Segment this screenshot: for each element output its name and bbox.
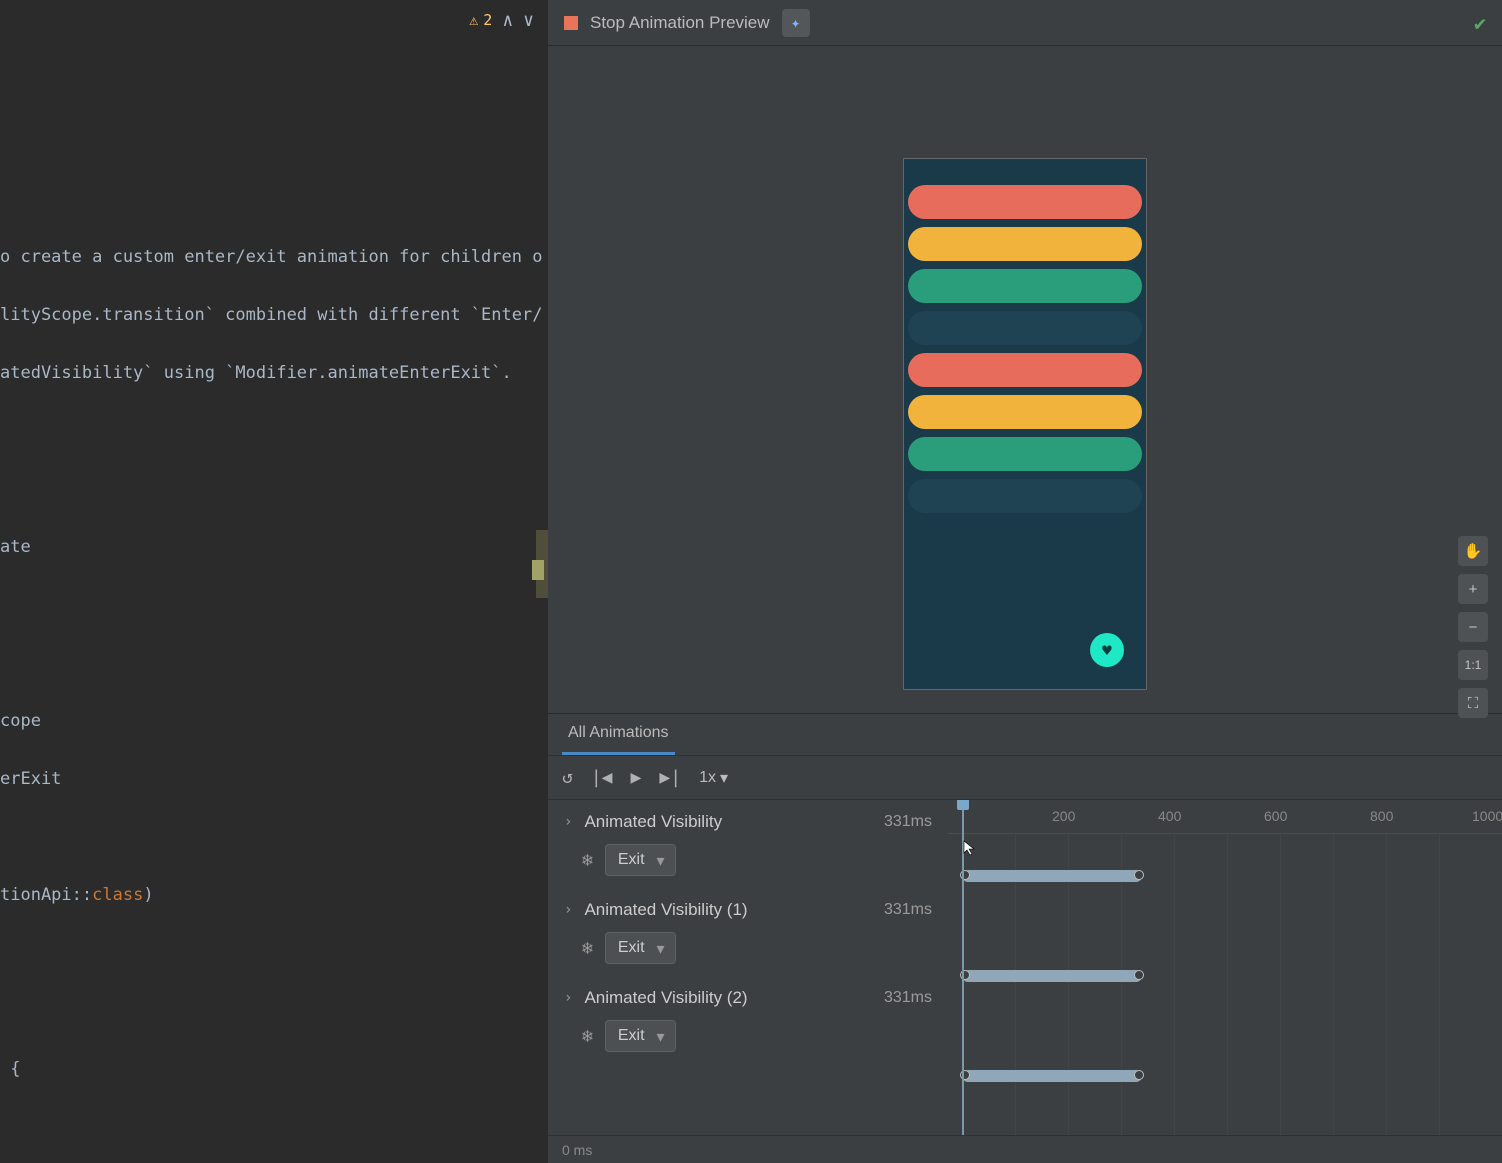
time-ruler[interactable]: 200 400 600 800 1000 (948, 800, 1502, 834)
warning-count: 2 (483, 11, 492, 29)
minus-icon: − (1469, 619, 1478, 636)
code-editor[interactable]: ⚠ 2 ∧ ∨ o create a custom enter/exit ani… (0, 0, 548, 1163)
build-success-icon: ✔ (1474, 11, 1486, 35)
ruler-tick: 600 (1264, 808, 1287, 824)
interactive-mode-button[interactable]: ✦ (782, 9, 810, 37)
track-duration: 331ms (884, 901, 932, 919)
warning-icon: ⚠ (469, 11, 478, 29)
timeline-tabs: All Animations (548, 714, 1502, 756)
track-name: Animated Visibility (584, 812, 872, 832)
chevron-down-icon: ▾ (720, 768, 728, 788)
fit-icon: ⛶ (1468, 695, 1479, 712)
restart-button[interactable]: ↺ (562, 767, 573, 788)
warnings-badge[interactable]: ⚠ 2 (469, 11, 492, 29)
list-item (908, 311, 1142, 345)
animation-inspector: All Animations ↺ |◀ ▶ ▶| 1x ▾ › Animated… (548, 713, 1502, 1163)
zoom-actual-button[interactable]: 1:1 (1458, 650, 1488, 680)
preview-toolbar: Stop Animation Preview ✦ ✔ (548, 0, 1502, 46)
track-name: Animated Visibility (2) (584, 988, 872, 1008)
playhead-time: 0 ms (562, 1142, 592, 1158)
code-body[interactable]: o create a custom enter/exit animation f… (0, 40, 548, 1163)
ruler-tick: 200 (1052, 808, 1075, 824)
list-item (908, 437, 1142, 471)
one-to-one-icon: 1:1 (1465, 658, 1482, 672)
stop-animation-button[interactable]: Stop Animation Preview (590, 13, 770, 33)
list-item (908, 227, 1142, 261)
timeline-ruler-area[interactable]: 200 400 600 800 1000 (948, 800, 1502, 1135)
tab-all-animations[interactable]: All Animations (562, 714, 675, 755)
play-button[interactable]: ▶ (631, 767, 642, 788)
canvas-controls: ✋ + − 1:1 ⛶ (1458, 536, 1488, 718)
track-row: › Animated Visibility (2) 331ms ❄ Exit (548, 976, 948, 1064)
editor-inspections-bar: ⚠ 2 ∧ ∨ (0, 0, 548, 40)
freeze-icon[interactable]: ❄ (582, 850, 593, 871)
zoom-out-button[interactable]: − (1458, 612, 1488, 642)
track-row: › Animated Visibility (1) 331ms ❄ Exit (548, 888, 948, 976)
list-item (908, 479, 1142, 513)
timeline-footer: 0 ms (548, 1135, 1502, 1163)
ruler-tick: 800 (1370, 808, 1393, 824)
list-item (908, 269, 1142, 303)
track-row: › Animated Visibility 331ms ❄ Exit (548, 800, 948, 888)
stop-icon[interactable] (564, 16, 578, 30)
track-name: Animated Visibility (1) (584, 900, 872, 920)
next-highlight-icon[interactable]: ∨ (523, 10, 534, 31)
expand-track-button[interactable]: › (564, 902, 572, 918)
animation-bar[interactable] (962, 1070, 1142, 1082)
prev-highlight-icon[interactable]: ∧ (502, 10, 513, 31)
track-duration: 331ms (884, 989, 932, 1007)
preview-canvas[interactable]: AnimatedVisibility ♥ ✋ + − 1:1 ⛶ (548, 46, 1502, 713)
freeze-icon[interactable]: ❄ (582, 1026, 593, 1047)
preview-pane: Stop Animation Preview ✦ ✔ AnimatedVisib… (548, 0, 1502, 1163)
animation-bar[interactable] (962, 870, 1142, 882)
track-duration: 331ms (884, 813, 932, 831)
state-dropdown[interactable]: Exit (605, 844, 676, 876)
speed-value: 1x (699, 769, 716, 787)
list-item (908, 185, 1142, 219)
expand-track-button[interactable]: › (564, 814, 572, 830)
ruler-tick: 400 (1158, 808, 1181, 824)
timeline-controls: ↺ |◀ ▶ ▶| 1x ▾ (548, 756, 1502, 800)
mouse-cursor-icon (962, 840, 978, 856)
wand-icon: ✦ (791, 13, 801, 32)
list-item (908, 395, 1142, 429)
zoom-in-button[interactable]: + (1458, 574, 1488, 604)
track-list: › Animated Visibility 331ms ❄ Exit › Ani… (548, 800, 948, 1135)
scrollbar-thumb[interactable] (532, 560, 544, 580)
zoom-fit-button[interactable]: ⛶ (1458, 688, 1488, 718)
step-back-button[interactable]: |◀ (591, 767, 613, 788)
freeze-icon[interactable]: ❄ (582, 938, 593, 959)
pan-button[interactable]: ✋ (1458, 536, 1488, 566)
state-dropdown[interactable]: Exit (605, 1020, 676, 1052)
speed-dropdown[interactable]: 1x ▾ (699, 768, 728, 788)
heart-icon: ♥ (1102, 641, 1112, 660)
expand-track-button[interactable]: › (564, 990, 572, 1006)
fab-button[interactable]: ♥ (1090, 633, 1124, 667)
ruler-tick: 1000 (1472, 808, 1502, 824)
plus-icon: + (1469, 581, 1478, 598)
step-forward-button[interactable]: ▶| (659, 767, 681, 788)
list-item (908, 353, 1142, 387)
animation-bar[interactable] (962, 970, 1142, 982)
device-frame[interactable]: ♥ (903, 158, 1147, 690)
hand-icon: ✋ (1464, 542, 1483, 560)
state-dropdown[interactable]: Exit (605, 932, 676, 964)
